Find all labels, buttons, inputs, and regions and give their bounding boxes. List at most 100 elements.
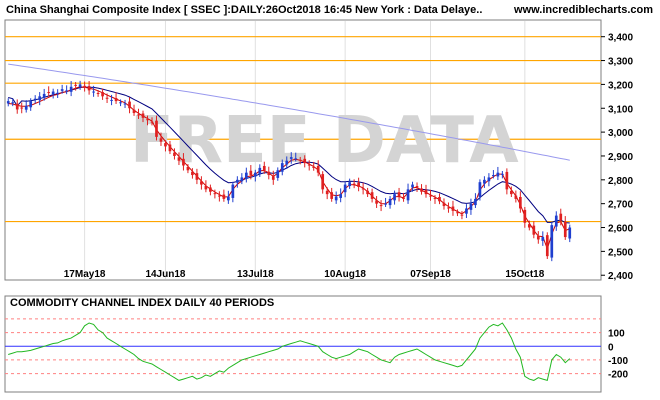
candle-body <box>438 196 441 202</box>
candle-body <box>42 93 46 98</box>
candle-body <box>74 84 77 86</box>
candle-body <box>393 194 396 201</box>
candle-body <box>370 192 374 199</box>
candle-body <box>204 186 208 190</box>
candle-body <box>541 237 545 241</box>
candle-body <box>235 179 239 183</box>
candle-body <box>532 225 536 235</box>
x-tick-label: 15Oct18 <box>505 269 544 280</box>
candle-body <box>451 206 455 211</box>
candle-body <box>69 86 73 92</box>
candle-body <box>478 182 482 197</box>
y-tick-label: 3,100 <box>608 104 633 115</box>
candle-body <box>343 184 347 193</box>
candle-body <box>227 196 230 201</box>
candle-body <box>487 177 491 182</box>
candle-body <box>357 182 360 187</box>
candle-body <box>501 173 504 175</box>
candle-body <box>280 163 284 172</box>
candle-body <box>209 187 212 192</box>
cci-title: COMMODITY CHANNEL INDEX DAILY 40 PERIODS <box>10 297 274 309</box>
candle-body <box>258 167 262 175</box>
candle-body <box>550 225 554 258</box>
candle-body <box>496 172 500 177</box>
candle-body <box>51 91 55 95</box>
candle-body <box>182 158 185 166</box>
candle-body <box>316 165 320 173</box>
candle-body <box>361 188 365 190</box>
candle-body <box>303 158 307 164</box>
y-tick-label: 3,300 <box>608 57 633 68</box>
y-tick-label: 2,800 <box>608 176 633 187</box>
candle-body <box>155 120 158 137</box>
candle-body <box>536 236 540 240</box>
candle-body <box>348 182 351 187</box>
candle-body <box>554 215 558 227</box>
candle-body <box>406 189 410 201</box>
candle-body <box>460 214 464 216</box>
candle-body <box>285 160 289 165</box>
candle-body <box>366 190 369 195</box>
candle-body <box>307 164 311 166</box>
candle-body <box>545 235 549 257</box>
candle-body <box>415 186 419 188</box>
candle-body <box>222 194 226 199</box>
y-tick-label: 3,000 <box>608 128 633 139</box>
candle-body <box>294 158 298 160</box>
candle-body <box>159 138 163 142</box>
candle-body <box>195 173 199 180</box>
candle-body <box>38 96 42 101</box>
candle-body <box>429 195 432 197</box>
candle-body <box>465 208 468 214</box>
candle-body <box>101 92 104 97</box>
x-tick-label: 14Jun18 <box>145 269 185 280</box>
chart-window: China Shanghai Composite Index [ SSEC ]:… <box>0 0 660 400</box>
cci-tick-label: -100 <box>608 356 628 367</box>
candle-body <box>352 183 356 185</box>
candle-body <box>334 196 338 201</box>
candle-body <box>339 194 343 198</box>
candle-body <box>289 157 293 159</box>
candle-body <box>29 101 33 108</box>
cci-tick-label: 0 <box>608 342 614 353</box>
candle-body <box>244 172 248 179</box>
candle-body <box>20 107 24 109</box>
candle-body <box>527 224 531 228</box>
candle-body <box>375 200 378 204</box>
candle-body <box>150 121 154 123</box>
candle-body <box>330 192 334 199</box>
candle-body <box>240 177 244 182</box>
candle-body <box>456 212 459 214</box>
candle-body <box>83 85 86 88</box>
candle-body <box>397 192 401 197</box>
cci-tick-label: 100 <box>608 329 625 340</box>
y-tick-label: 2,700 <box>608 200 633 211</box>
candle-body <box>388 198 392 206</box>
candle-body <box>105 97 109 99</box>
candle-body <box>218 195 221 197</box>
candle-body <box>200 181 203 185</box>
candle-body <box>213 193 217 195</box>
candle-body <box>271 176 275 180</box>
candle-body <box>510 190 513 195</box>
candle-body <box>47 92 51 94</box>
candle-body <box>128 101 131 109</box>
price-candle <box>545 232 549 260</box>
price-candle <box>550 221 554 262</box>
candle-body <box>469 203 473 210</box>
y-tick-label: 2,600 <box>608 224 633 235</box>
candle-body <box>87 86 91 91</box>
chart-canvas: China Shanghai Composite Index [ SSEC ]:… <box>0 0 660 400</box>
candle-body <box>92 91 95 93</box>
candle-body <box>447 207 450 209</box>
candle-body <box>177 157 181 161</box>
candle-body <box>559 213 563 221</box>
candle-body <box>424 189 428 195</box>
candle-body <box>60 89 64 91</box>
candle-body <box>411 184 414 188</box>
x-tick-label: 17May18 <box>64 269 106 280</box>
candle-body <box>474 198 477 206</box>
candle-body <box>563 221 567 238</box>
candle-body <box>173 152 176 156</box>
y-tick-label: 2,500 <box>608 247 633 258</box>
